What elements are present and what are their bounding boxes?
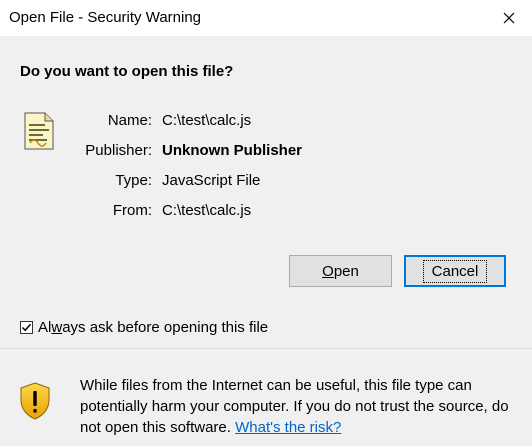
close-button[interactable] (486, 0, 532, 36)
always-ask-checkbox[interactable] (20, 320, 33, 334)
type-label: Type: (115, 172, 152, 189)
publisher-row: Publisher: Unknown Publisher (60, 142, 500, 162)
name-value: C:\test\calc.js (162, 112, 252, 129)
close-icon (503, 12, 515, 24)
type-row: Type: JavaScript File (60, 172, 500, 192)
publisher-value: Unknown Publisher (162, 142, 303, 159)
checkmark-icon (21, 323, 32, 331)
name-row: Name: C:\test\calc.js (60, 112, 500, 132)
publisher-label: Publisher: (85, 142, 152, 159)
from-value: C:\test\calc.js (162, 202, 252, 219)
open-button[interactable]: Open (289, 255, 392, 287)
open-button-label: Open (322, 262, 359, 280)
from-row: From: C:\test\calc.js (60, 202, 500, 222)
shield-warning-icon (20, 382, 50, 420)
script-file-icon (24, 112, 54, 150)
type-value: JavaScript File (162, 172, 261, 189)
cancel-button-label: Cancel (422, 259, 488, 283)
title-bar: Open File - Security Warning (0, 0, 532, 36)
window-title: Open File - Security Warning (9, 9, 202, 26)
from-label: From: (112, 202, 152, 219)
warning-text: While files from the Internet can be use… (80, 375, 520, 438)
whats-the-risk-link[interactable]: What's the risk? (235, 419, 341, 436)
question-heading: Do you want to open this file? (20, 63, 234, 80)
name-label: Name: (107, 112, 152, 129)
always-ask-checkbox-row[interactable]: Always ask before opening this file (20, 318, 268, 336)
cancel-button[interactable]: Cancel (404, 255, 506, 287)
security-warning-dialog: Open File - Security Warning Do you want… (0, 0, 532, 446)
always-ask-label[interactable]: Always ask before opening this file (38, 319, 268, 336)
